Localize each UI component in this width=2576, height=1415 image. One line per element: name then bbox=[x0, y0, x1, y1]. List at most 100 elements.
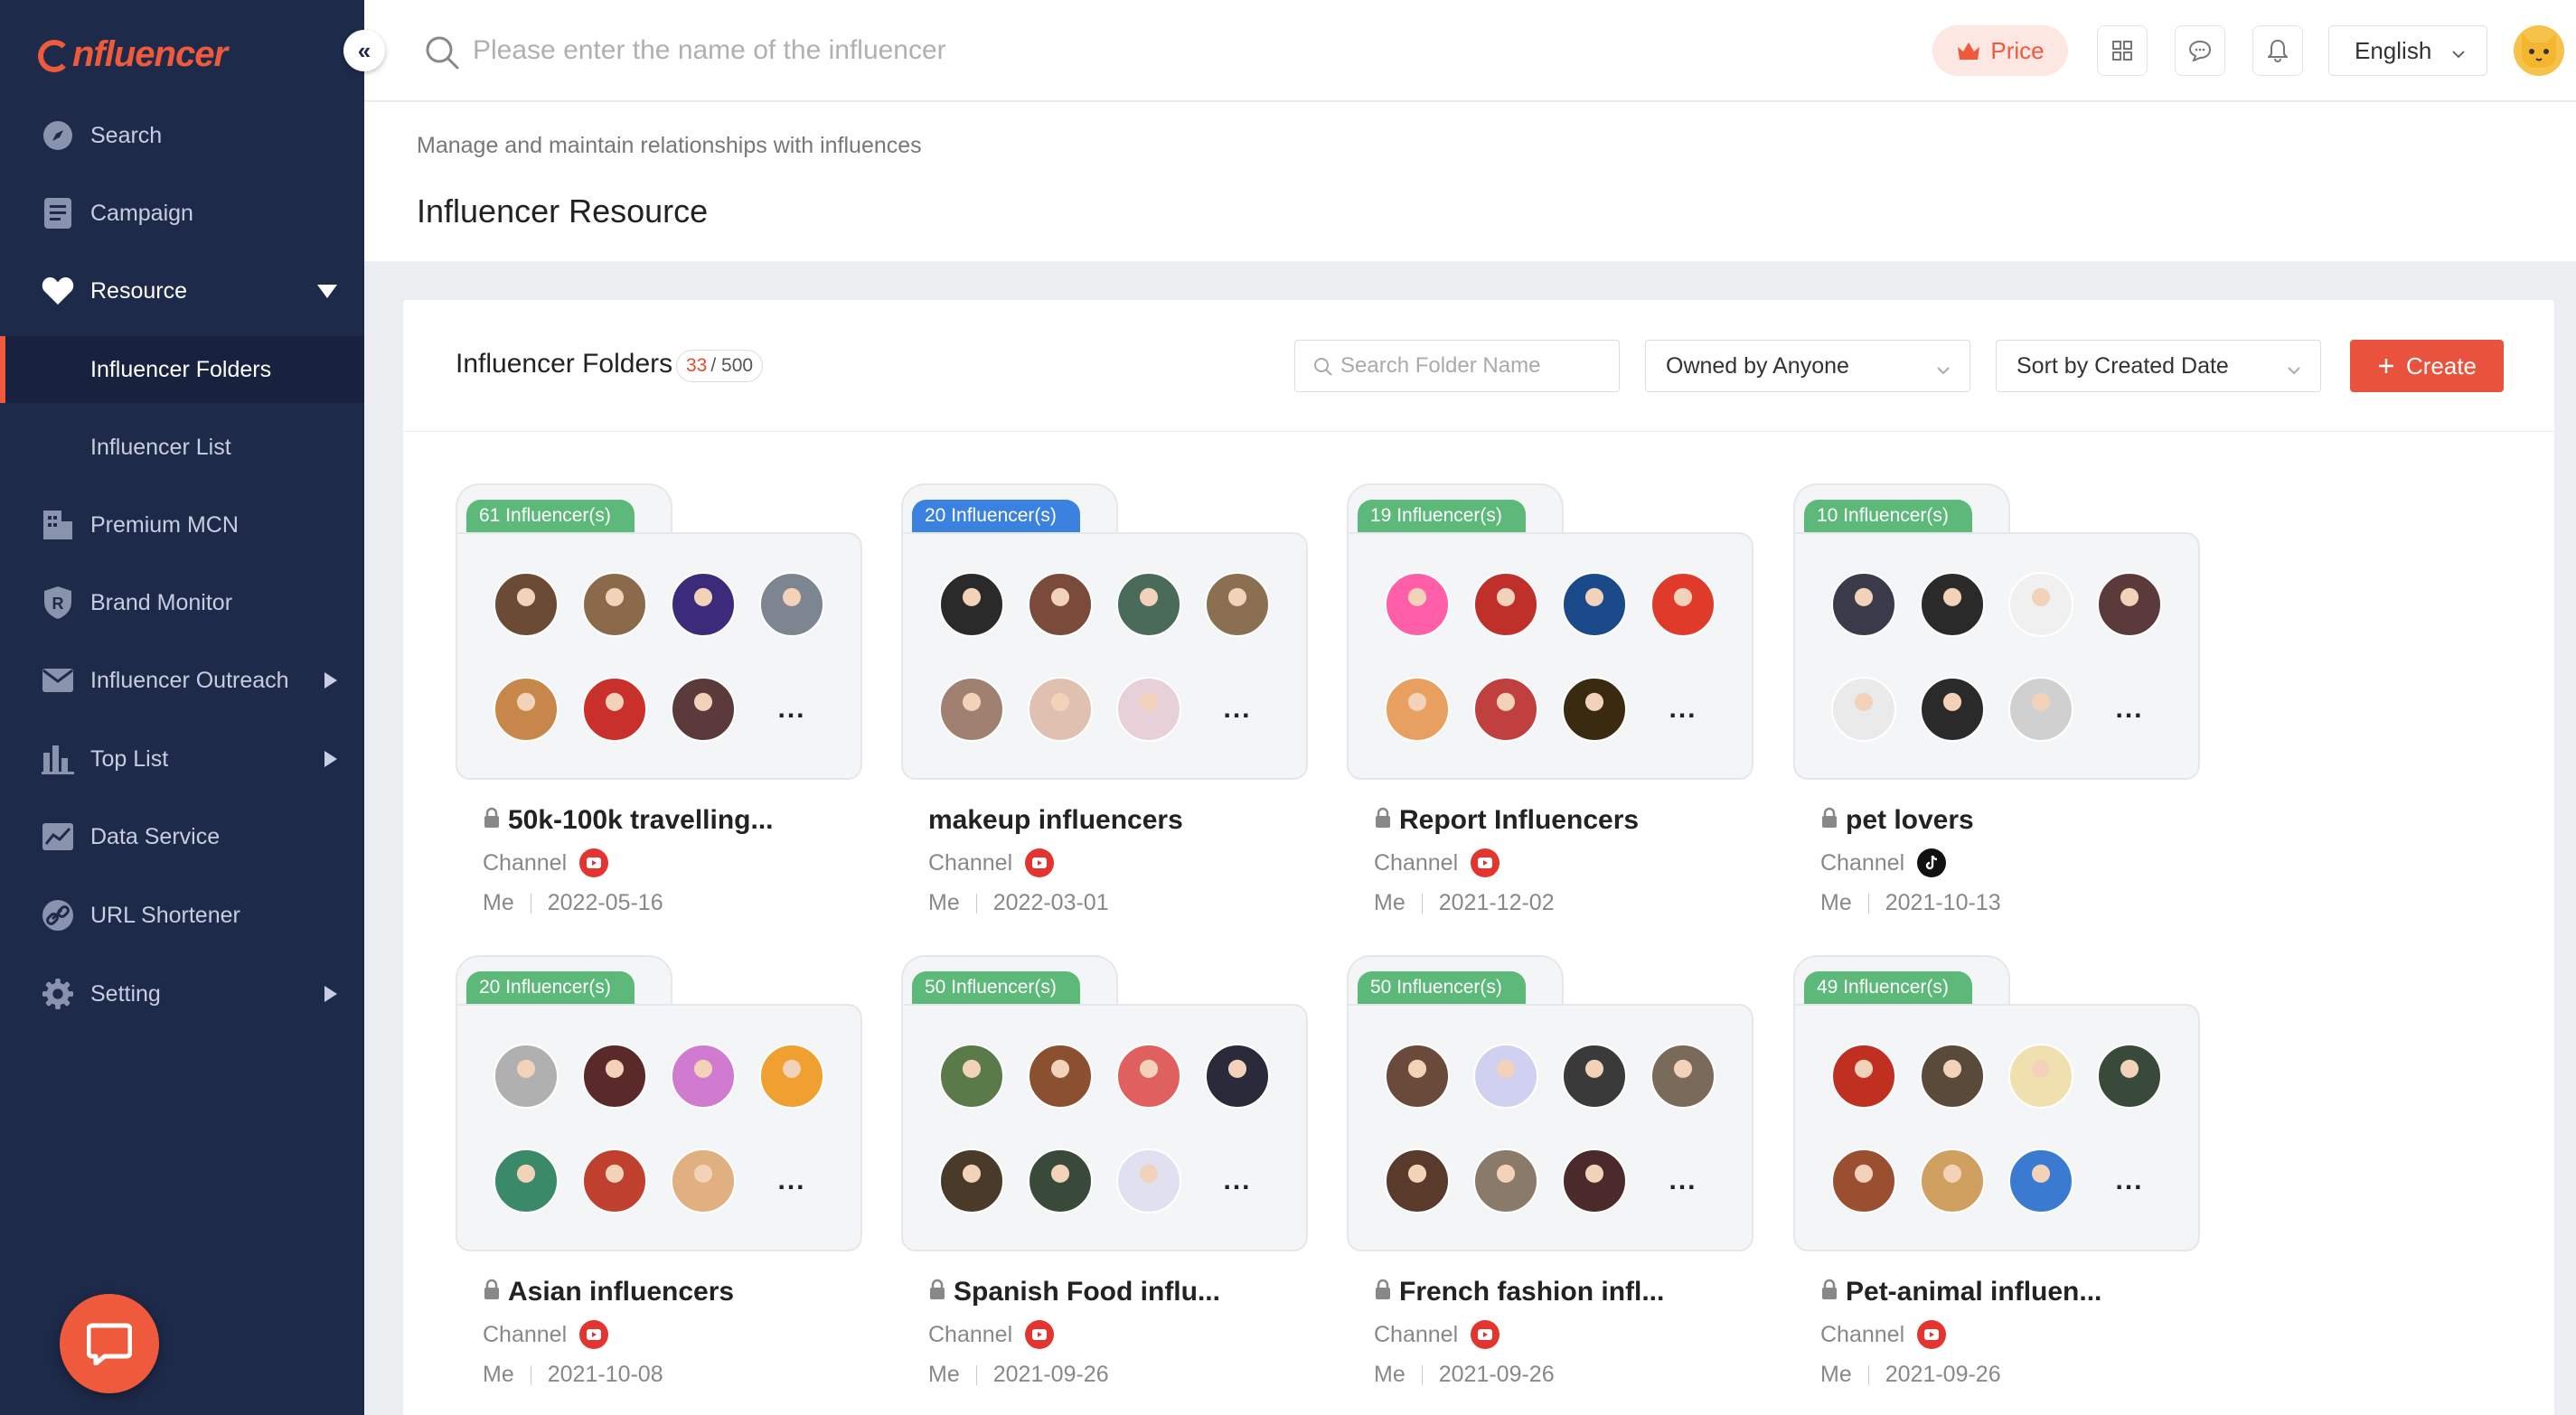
influencer-count-tag: 50 Influencer(s) bbox=[912, 971, 1080, 1004]
panel-title: Influencer Folders bbox=[456, 349, 673, 379]
brand-logo[interactable]: nfluencer bbox=[38, 25, 228, 83]
sidebar-item-url-shortener[interactable]: URL Shortener bbox=[0, 876, 364, 954]
lock-icon bbox=[1820, 805, 1838, 836]
folder-preview[interactable]: ... bbox=[901, 532, 1308, 780]
folder-name[interactable]: pet lovers bbox=[1820, 805, 1974, 836]
mail-icon bbox=[42, 664, 74, 697]
page-header: Manage and maintain relationships with i… bbox=[364, 102, 2576, 261]
youtube-icon bbox=[1917, 1320, 1947, 1349]
lock-icon bbox=[483, 1277, 501, 1307]
divider bbox=[1867, 893, 1869, 914]
apps-button[interactable] bbox=[2097, 25, 2148, 76]
price-button[interactable]: Price bbox=[1932, 25, 2068, 76]
influencer-avatar bbox=[1650, 572, 1716, 637]
folder-name[interactable]: Spanish Food influ... bbox=[928, 1277, 1220, 1307]
collapse-sidebar-button[interactable]: « bbox=[343, 30, 385, 71]
more-influencers-ellipsis[interactable]: ... bbox=[759, 677, 824, 742]
sidebar-item-campaign[interactable]: Campaign bbox=[0, 174, 364, 252]
create-folder-button[interactable]: Create bbox=[2350, 340, 2504, 392]
influencer-avatar bbox=[1205, 1044, 1270, 1109]
sidebar-item-premium-mcn[interactable]: Premium MCN bbox=[0, 486, 364, 564]
folder-tab: 61 Influencer(s) bbox=[456, 483, 672, 536]
language-select[interactable]: English bbox=[2328, 25, 2487, 76]
cat-avatar-icon bbox=[2522, 33, 2556, 68]
influencer-avatar bbox=[2097, 1044, 2162, 1109]
folder-name[interactable]: French fashion infl... bbox=[1374, 1277, 1664, 1307]
folder-card[interactable]: 19 Influencer(s)... Report Influencers Cha… bbox=[1347, 483, 1753, 915]
user-avatar[interactable] bbox=[2514, 25, 2564, 76]
influencer-avatar bbox=[1562, 572, 1627, 637]
influencer-avatar bbox=[1116, 1148, 1181, 1214]
more-influencers-ellipsis[interactable]: ... bbox=[1650, 1148, 1716, 1214]
folder-preview[interactable]: ... bbox=[1793, 532, 2200, 780]
influencer-avatar bbox=[671, 572, 736, 637]
folder-card[interactable]: 50 Influencer(s)... Spanish Food influ...… bbox=[901, 955, 1308, 1387]
brand-name: nfluencer bbox=[72, 33, 228, 74]
youtube-icon bbox=[579, 848, 609, 877]
more-influencers-ellipsis[interactable]: ... bbox=[2097, 1148, 2162, 1214]
avatar-grid: ... bbox=[939, 1044, 1283, 1224]
sidebar-subitem-label: Influencer List bbox=[90, 434, 231, 460]
svg-text:R: R bbox=[52, 595, 64, 613]
sidebar-subitem-influencer-list[interactable]: Influencer List bbox=[0, 414, 364, 481]
folder-preview[interactable]: ... bbox=[456, 1004, 862, 1251]
sidebar-subitem-influencer-folders[interactable]: Influencer Folders bbox=[0, 336, 364, 403]
support-chat-button[interactable] bbox=[60, 1294, 159, 1393]
folder-preview[interactable]: ... bbox=[1793, 1004, 2200, 1251]
more-influencers-ellipsis[interactable]: ... bbox=[1650, 677, 1716, 742]
messages-button[interactable] bbox=[2175, 25, 2225, 76]
folder-name[interactable]: Report Influencers bbox=[1374, 805, 1639, 836]
sidebar-item-search[interactable]: Search bbox=[0, 97, 364, 174]
folder-card[interactable]: 61 Influencer(s)... 50k-100k travelling..… bbox=[456, 483, 862, 915]
sidebar-item-setting[interactable]: Setting bbox=[0, 955, 364, 1033]
folder-card[interactable]: 10 Influencer(s)... pet lovers Channel Me 20… bbox=[1793, 483, 2200, 915]
influencer-avatar bbox=[1831, 572, 1896, 637]
sidebar-item-brand-monitor[interactable]: R Brand Monitor bbox=[0, 564, 364, 642]
language-value: English bbox=[2355, 36, 2432, 64]
folder-preview[interactable]: ... bbox=[901, 1004, 1308, 1251]
owner-filter-select[interactable]: Owned by Anyone bbox=[1645, 340, 1970, 392]
folder-name[interactable]: Asian influencers bbox=[483, 1277, 734, 1307]
influencer-avatar bbox=[582, 572, 647, 637]
folder-owner: Me bbox=[1820, 1362, 1852, 1387]
sidebar-item-data-service[interactable]: Data Service bbox=[0, 798, 364, 876]
folder-preview[interactable]: ... bbox=[456, 532, 862, 780]
more-influencers-ellipsis[interactable]: ... bbox=[1205, 1148, 1270, 1214]
caret-right-icon bbox=[324, 672, 337, 689]
folder-card[interactable]: 50 Influencer(s)... French fashion infl..… bbox=[1347, 955, 1753, 1387]
influencer-search-input[interactable] bbox=[473, 25, 1286, 76]
avatar-grid: ... bbox=[494, 1044, 837, 1224]
folder-created-date: 2021-12-02 bbox=[1438, 890, 1555, 915]
folder-name[interactable]: makeup influencers bbox=[928, 805, 1183, 836]
sidebar-item-top-list[interactable]: Top List bbox=[0, 720, 364, 798]
divider bbox=[975, 1364, 977, 1385]
more-influencers-ellipsis[interactable]: ... bbox=[759, 1148, 824, 1214]
folder-owner: Me bbox=[928, 890, 960, 915]
sidebar-item-label: Top List bbox=[90, 745, 169, 772]
folder-preview[interactable]: ... bbox=[1347, 532, 1753, 780]
folder-channel: Channel bbox=[1820, 1320, 1947, 1349]
channel-label: Channel bbox=[1374, 849, 1459, 876]
folder-meta: Me 2022-03-01 bbox=[928, 890, 1109, 916]
folder-card[interactable]: 49 Influencer(s)... Pet-animal influen...… bbox=[1793, 955, 2200, 1387]
folder-name[interactable]: 50k-100k travelling... bbox=[483, 805, 774, 836]
folder-name[interactable]: Pet-animal influen... bbox=[1820, 1277, 2101, 1307]
influencer-count-tag: 10 Influencer(s) bbox=[1804, 500, 1972, 532]
folder-card[interactable]: 20 Influencer(s)... Asian influencers Chan… bbox=[456, 955, 862, 1387]
avatar-grid: ... bbox=[1385, 572, 1728, 753]
folder-name-text: Spanish Food influ... bbox=[954, 1277, 1220, 1307]
folder-search-input[interactable]: Search Folder Name bbox=[1294, 340, 1620, 392]
folder-card[interactable]: 20 Influencer(s)... makeup influencers Cha… bbox=[901, 483, 1308, 915]
more-influencers-ellipsis[interactable]: ... bbox=[2097, 677, 2162, 742]
channel-label: Channel bbox=[483, 1321, 568, 1347]
folder-preview[interactable]: ... bbox=[1347, 1004, 1753, 1251]
more-influencers-ellipsis[interactable]: ... bbox=[1205, 677, 1270, 742]
lock-icon bbox=[928, 1277, 946, 1307]
sort-select[interactable]: Sort by Created Date bbox=[1996, 340, 2321, 392]
sidebar-item-resource[interactable]: Resource bbox=[0, 252, 364, 330]
notifications-button[interactable] bbox=[2252, 25, 2303, 76]
folder-owner: Me bbox=[928, 1362, 960, 1387]
influencer-avatar bbox=[1562, 1044, 1627, 1109]
sidebar-item-influencer-outreach[interactable]: Influencer Outreach bbox=[0, 642, 364, 719]
caret-down-icon bbox=[317, 284, 337, 298]
